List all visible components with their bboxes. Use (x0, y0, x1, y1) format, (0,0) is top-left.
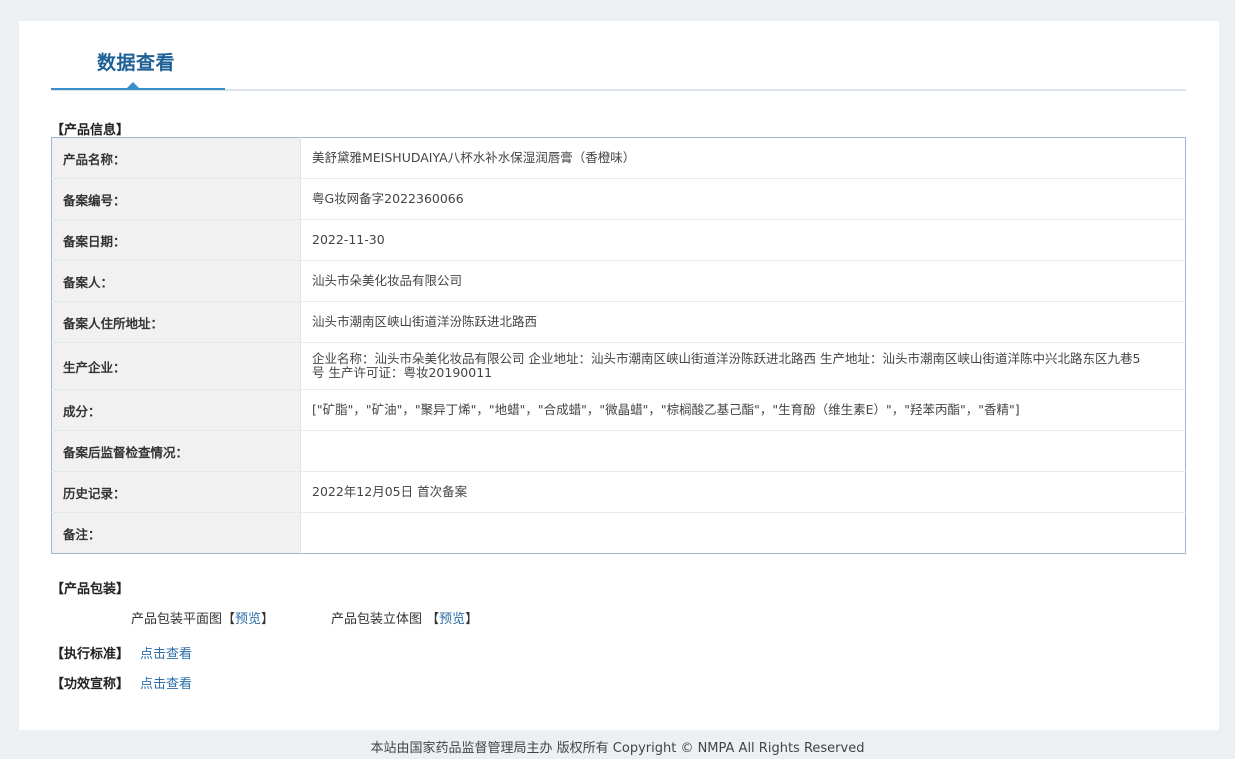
row-label: 生产企业： (51, 342, 301, 390)
footer-copyright: 本站由国家药品监督管理局主办 版权所有 Copyright © NMPA All… (370, 741, 865, 756)
row-value: 企业名称：汕头市朵美化妆品有限公司 企业地址：汕头市潮南区峡山街道洋汾陈跃进北路… (300, 342, 1186, 390)
package-flat-preview-link[interactable]: 预览 (235, 612, 261, 627)
table-row: 产品名称： 美舒黛雅MEISHUDAIYA八杯水补水保湿润唇膏（香橙味） (51, 137, 1186, 179)
row-value (300, 430, 1186, 472)
row-value: 汕头市朵美化妆品有限公司 (300, 260, 1186, 302)
row-label: 备案人： (51, 260, 301, 302)
packaging-heading: 【产品包装】 (51, 582, 130, 597)
content-panel: 数据查看 【产品信息】 产品名称： 美舒黛雅MEISHUDAIYA八杯水补水保湿… (19, 21, 1219, 730)
table-row: 生产企业： 企业名称：汕头市朵美化妆品有限公司 企业地址：汕头市潮南区峡山街道洋… (51, 342, 1186, 390)
row-value: ["矿脂"，"矿油"，"聚异丁烯"，"地蜡"，"合成蜡"，"微晶蜡"，"棕榈酸乙… (300, 389, 1186, 431)
row-value: 2022-11-30 (300, 219, 1186, 261)
standard-view-link[interactable]: 点击查看 (140, 643, 192, 662)
table-row: 备案人： 汕头市朵美化妆品有限公司 (51, 260, 1186, 302)
row-label: 备案编号： (51, 178, 301, 220)
row-label: 备案后监督检查情况： (51, 430, 301, 472)
product-info-table: 产品名称： 美舒黛雅MEISHUDAIYA八杯水补水保湿润唇膏（香橙味） 备案编… (51, 137, 1186, 554)
table-row: 备案人住所地址： 汕头市潮南区峡山街道洋汾陈跃进北路西 (51, 301, 1186, 343)
row-value (301, 513, 1186, 554)
package-3d-label: 产品包装立体图 【 (331, 612, 440, 627)
tab-active-indicator (51, 88, 225, 90)
table-row: 备注： (51, 512, 1186, 554)
table-row: 成分： ["矿脂"，"矿油"，"聚异丁烯"，"地蜡"，"合成蜡"，"微晶蜡"，"… (51, 389, 1186, 431)
table-row: 备案编号： 粤G妆网备字2022360066 (51, 178, 1186, 220)
row-value: 粤G妆网备字2022360066 (300, 178, 1186, 220)
row-label: 备案日期： (51, 219, 301, 261)
package-flat-preview: 产品包装平面图【预览】 (131, 608, 274, 627)
tab-bar: 数据查看 (51, 21, 1186, 91)
table-row: 备案日期： 2022-11-30 (51, 219, 1186, 261)
table-row: 备案后监督检查情况： (51, 430, 1186, 472)
row-label: 成分： (51, 389, 301, 431)
row-value: 美舒黛雅MEISHUDAIYA八杯水补水保湿润唇膏（香橙味） (300, 137, 1186, 179)
standard-heading: 【执行标准】 (51, 647, 130, 662)
package-3d-preview: 产品包装立体图 【预览】 (331, 608, 478, 627)
row-label: 历史记录： (51, 471, 301, 513)
package-flat-label: 产品包装平面图【 (131, 612, 236, 627)
tab-caret-icon (127, 82, 139, 88)
efficacy-heading: 【功效宣称】 (51, 677, 130, 692)
row-label: 备案人住所地址： (51, 301, 301, 343)
package-3d-preview-link[interactable]: 预览 (439, 612, 465, 627)
tab-data-view[interactable]: 数据查看 (97, 48, 175, 75)
package-flat-bracket: 】 (261, 612, 275, 627)
table-row: 历史记录： 2022年12月05日 首次备案 (51, 471, 1186, 513)
row-value: 汕头市潮南区峡山街道洋汾陈跃进北路西 (300, 301, 1186, 343)
row-value: 2022年12月05日 首次备案 (300, 471, 1186, 513)
row-label: 产品名称： (51, 137, 301, 179)
efficacy-view-link[interactable]: 点击查看 (140, 673, 192, 692)
package-3d-bracket: 】 (465, 612, 479, 627)
row-label: 备注： (51, 512, 301, 554)
product-info-heading: 【产品信息】 (51, 123, 130, 138)
